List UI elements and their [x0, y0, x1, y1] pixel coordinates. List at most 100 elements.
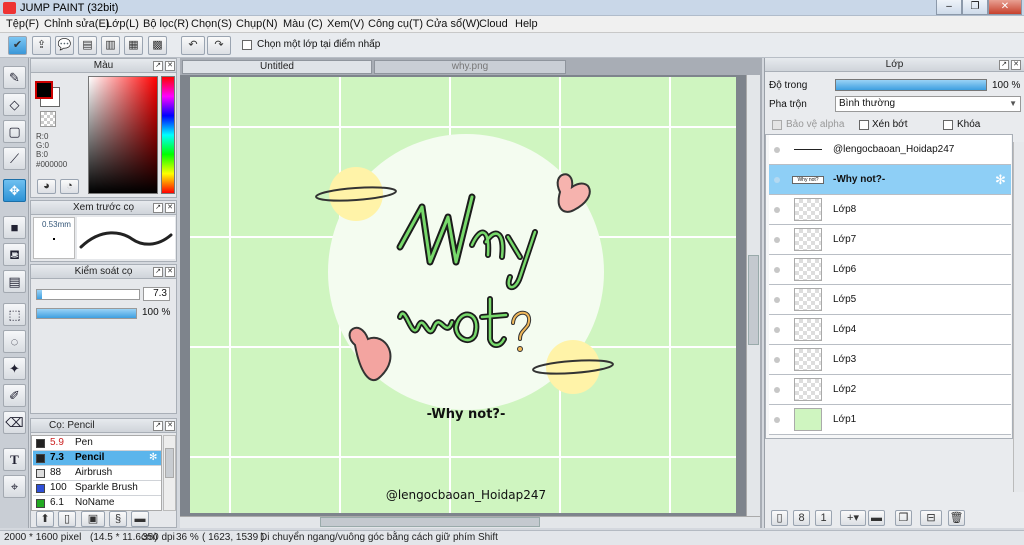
lasso-tool-icon[interactable]: ◌: [3, 330, 26, 353]
clipping-checkbox[interactable]: [859, 120, 869, 130]
add-brush-icon[interactable]: ⬆: [36, 511, 54, 527]
rect-select-tool-icon[interactable]: ⬚: [3, 303, 26, 326]
line-tool-icon[interactable]: ⟋: [3, 147, 26, 170]
menu-capture[interactable]: Chụp(N): [236, 18, 278, 30]
transparent-color-swatch[interactable]: [40, 111, 56, 127]
menu-help[interactable]: Help: [515, 18, 538, 30]
magic-wand-tool-icon[interactable]: ✦: [3, 357, 26, 380]
layer-visibility-icon[interactable]: [774, 207, 780, 213]
duplicate-layer-icon[interactable]: ❐: [895, 510, 912, 526]
menu-select[interactable]: Chọn(S): [191, 18, 232, 30]
text-tool-icon[interactable]: T: [3, 448, 26, 471]
export-icon[interactable]: ⇪: [32, 36, 51, 55]
new-layer-8bit-icon[interactable]: 8: [793, 510, 810, 526]
menu-edit[interactable]: Chỉnh sửa(E): [44, 18, 109, 30]
color-picker-square[interactable]: [88, 76, 158, 194]
menu-layer[interactable]: Lớp(L): [106, 18, 139, 30]
palette-icon[interactable]: ◕: [37, 179, 56, 194]
layer-row[interactable]: @lengocbaoan_Hoidap247: [769, 135, 1011, 165]
eyedropper-tool-icon[interactable]: ⌖: [3, 475, 26, 498]
layer-settings-icon[interactable]: ✻: [995, 172, 1006, 188]
select-eraser-tool-icon[interactable]: ⌫: [3, 411, 26, 434]
menu-color[interactable]: Màu (C): [283, 18, 323, 30]
menu-file[interactable]: Tệp(F): [6, 18, 39, 30]
brush-item-airbrush[interactable]: 88 Airbrush: [33, 466, 161, 481]
maximize-button[interactable]: ❐: [962, 0, 988, 15]
panel-float-icon[interactable]: ↗: [153, 203, 163, 213]
layer-row[interactable]: Lớp4: [769, 315, 1011, 345]
brush-item-pencil[interactable]: 7.3 Pencil ✻: [33, 451, 161, 466]
canvas-vertical-scrollbar[interactable]: [746, 75, 760, 516]
brush-item-pen[interactable]: 5.9 Pen: [33, 436, 161, 451]
brush-tool-icon[interactable]: ✎: [3, 66, 26, 89]
protect-alpha-checkbox[interactable]: [772, 120, 782, 130]
message-icon[interactable]: ▤: [78, 36, 97, 55]
panel-float-icon[interactable]: ↗: [153, 267, 163, 277]
artwork-canvas[interactable]: -Why not?- @lengocbaoan_Hoidap247: [190, 77, 736, 513]
panel-float-icon[interactable]: ↗: [999, 60, 1009, 70]
close-button[interactable]: ✕: [988, 0, 1022, 15]
menu-view[interactable]: Xem(V): [327, 18, 364, 30]
menu-cloud[interactable]: Cloud: [479, 18, 508, 30]
layer-visibility-icon[interactable]: [774, 357, 780, 363]
panel-float-icon[interactable]: ↗: [153, 421, 163, 431]
panel-close-icon[interactable]: ✕: [165, 203, 175, 213]
panel-close-icon[interactable]: ✕: [165, 421, 175, 431]
layer-folder-icon[interactable]: ▬: [868, 510, 885, 526]
redo-icon[interactable]: ↷: [207, 36, 231, 55]
minimize-button[interactable]: –: [936, 0, 962, 15]
brush-folder-icon[interactable]: ▬: [131, 511, 149, 527]
delete-layer-icon[interactable]: 🗑: [948, 510, 965, 526]
foreground-color-swatch[interactable]: [35, 81, 53, 99]
brush-mode-icon[interactable]: ✔: [8, 36, 27, 55]
lock-checkbox[interactable]: [943, 120, 953, 130]
page-icon[interactable]: ▥: [101, 36, 120, 55]
blend-mode-select[interactable]: Bình thường ▼: [835, 96, 1021, 112]
brush-item-noname[interactable]: 6.1 NoName: [33, 496, 161, 510]
brush-menu-icon[interactable]: ▣: [81, 511, 105, 527]
layer-visibility-icon[interactable]: [774, 387, 780, 393]
layer-row[interactable]: Lớp6: [769, 255, 1011, 285]
layer-row-selected[interactable]: Why not? -Why not?- ✻: [769, 165, 1011, 195]
brush-size-value[interactable]: 7.3: [143, 287, 170, 301]
brush-item-sparkle-brush[interactable]: 100 Sparkle Brush: [33, 481, 161, 496]
panel-float-icon[interactable]: ↗: [153, 61, 163, 71]
menu-filter[interactable]: Bộ lọc(R): [143, 18, 189, 30]
select-pen-tool-icon[interactable]: ✐: [3, 384, 26, 407]
new-layer-icon[interactable]: ▯: [771, 510, 788, 526]
document-icon[interactable]: ▦: [124, 36, 143, 55]
layer-visibility-icon[interactable]: [774, 237, 780, 243]
move-tool-icon[interactable]: ✥: [3, 179, 26, 202]
layer-row[interactable]: Lớp2: [769, 375, 1011, 405]
bucket-tool-icon[interactable]: ⛾: [3, 243, 26, 266]
merge-layer-icon[interactable]: ⊟: [920, 510, 942, 526]
layer-visibility-icon[interactable]: [774, 267, 780, 273]
brush-size-slider[interactable]: [36, 289, 140, 300]
grid-icon[interactable]: ▩: [148, 36, 167, 55]
brush-opacity-slider[interactable]: [36, 308, 137, 319]
canvas-horizontal-scrollbar[interactable]: [180, 516, 760, 528]
layer-list-scrollbar[interactable]: [1013, 142, 1024, 492]
layer-row[interactable]: Lớp8: [769, 195, 1011, 225]
panel-close-icon[interactable]: ✕: [165, 61, 175, 71]
gradient-tool-icon[interactable]: ▤: [3, 270, 26, 293]
layer-visibility-icon[interactable]: [774, 327, 780, 333]
brush-settings-icon[interactable]: ✻: [149, 451, 157, 465]
add-layer-menu-icon[interactable]: +▾: [840, 510, 866, 526]
menu-tools[interactable]: Công cụ(T): [368, 18, 423, 30]
eraser-tool-icon[interactable]: ◇: [3, 93, 26, 116]
layer-visibility-icon[interactable]: [774, 147, 780, 153]
layer-row[interactable]: Lớp3: [769, 345, 1011, 375]
comment-icon[interactable]: 💬: [55, 36, 74, 55]
layer-opacity-slider[interactable]: [835, 79, 987, 91]
hue-slider[interactable]: [161, 76, 175, 194]
brush-script-icon[interactable]: §: [109, 511, 127, 527]
color-history-icon[interactable]: ◔: [60, 179, 79, 194]
new-layer-1bit-icon[interactable]: 1: [815, 510, 832, 526]
panel-close-icon[interactable]: ✕: [1011, 60, 1021, 70]
tab-untitled[interactable]: Untitled: [182, 60, 372, 74]
select-layer-checkbox[interactable]: [242, 40, 252, 50]
new-brush-icon[interactable]: ▯: [58, 511, 76, 527]
undo-icon[interactable]: ↶: [181, 36, 205, 55]
fill-rect-tool-icon[interactable]: ■: [3, 216, 26, 239]
